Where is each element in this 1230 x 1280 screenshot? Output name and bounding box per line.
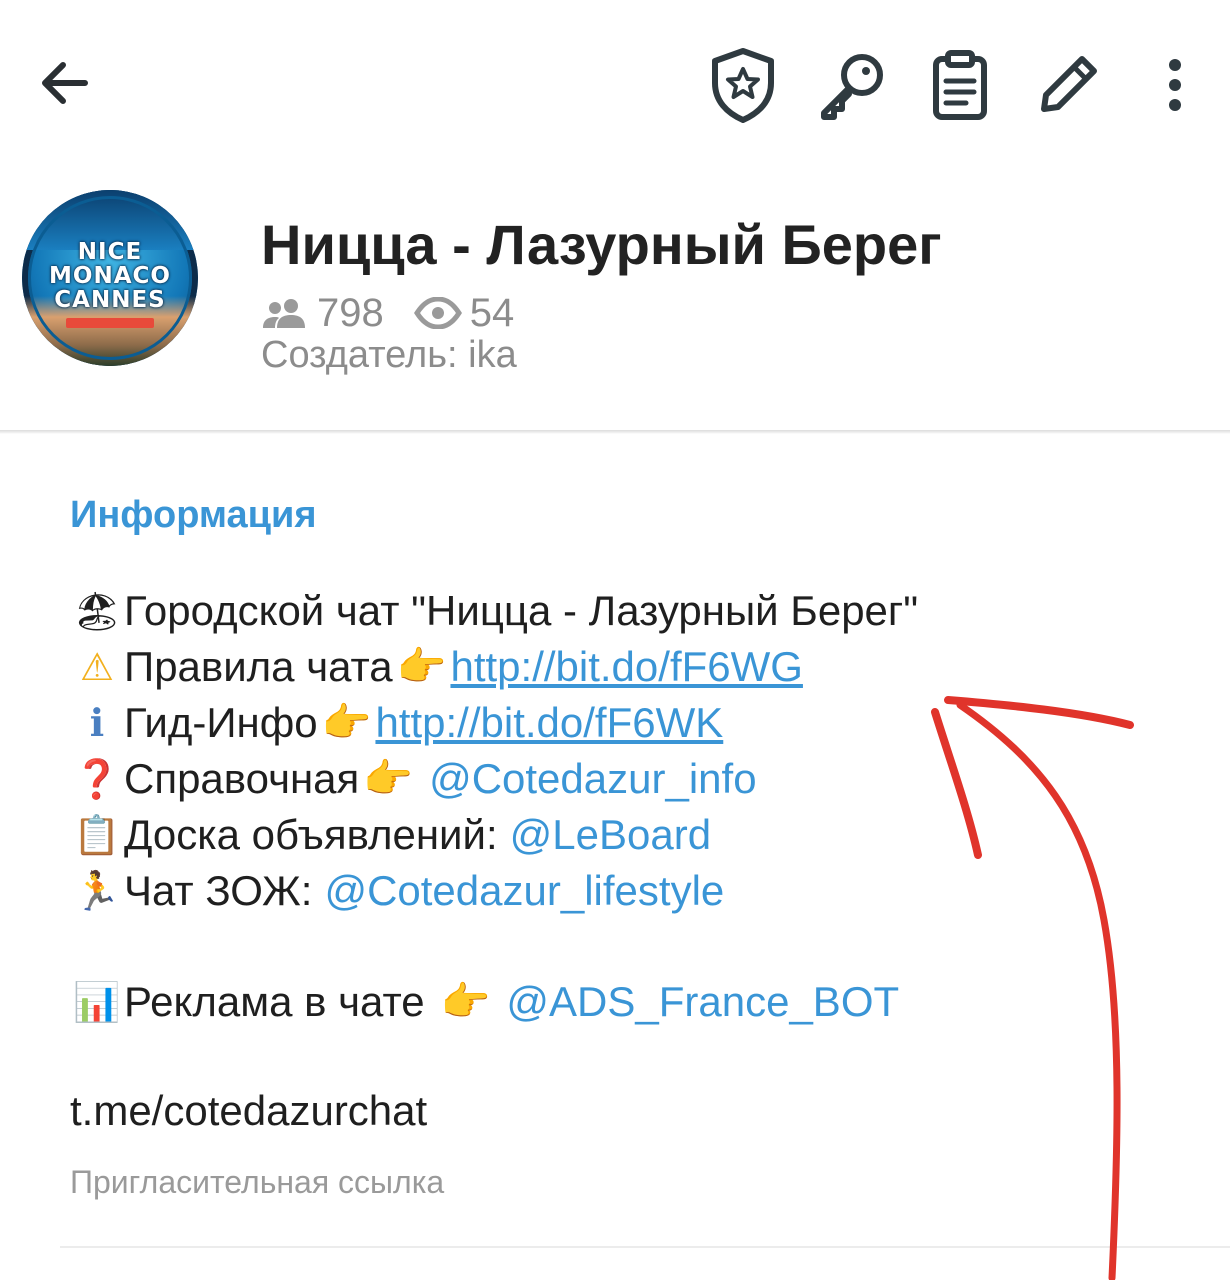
avatar-banner xyxy=(66,318,154,328)
beach-umbrella-icon: 🏖 xyxy=(72,589,122,633)
more-vertical-icon xyxy=(1169,59,1181,111)
pointing-hand-icon: 👉 xyxy=(440,979,491,1025)
members-stat: 798 xyxy=(261,291,384,336)
question-mark-icon: ❓ xyxy=(73,757,121,801)
avatar-text-line: CANNES xyxy=(54,287,166,313)
description-text: Городской чат "Ницца - Лазурный Берег" xyxy=(124,587,919,634)
invite-links-button[interactable] xyxy=(812,45,892,125)
description-line: ℹ Гид-Инфо 👉 http://bit.do/fF6WK xyxy=(70,695,1150,751)
more-options-button[interactable] xyxy=(1150,45,1200,125)
avatar-logo-text: NICE MONACO CANNES xyxy=(22,240,198,312)
description-text: Чат ЗОЖ: xyxy=(124,867,313,914)
edit-button[interactable] xyxy=(1028,45,1108,125)
pencil-icon xyxy=(1041,56,1097,112)
guide-link[interactable]: http://bit.do/fF6WK xyxy=(375,695,723,751)
admin-shield-icon xyxy=(712,48,774,123)
lifestyle-mention-link[interactable]: @Cotedazur_lifestyle xyxy=(324,863,724,919)
helpdesk-mention-link[interactable]: @Cotedazur_info xyxy=(429,751,757,807)
chat-description: 🏖 Городской чат "Ницца - Лазурный Берег" … xyxy=(70,583,1150,1030)
creator-label: Создатель: ika xyxy=(261,334,517,376)
chat-title: Ницца - Лазурный Берег xyxy=(261,213,942,276)
online-stat: 54 xyxy=(413,290,515,336)
ads-bot-mention-link[interactable]: @ADS_France_BOT xyxy=(506,974,899,1030)
avatar-text-line: MONACO xyxy=(49,263,171,289)
members-icon xyxy=(263,299,305,328)
pointing-hand-icon: 👉 xyxy=(363,756,414,802)
admins-button[interactable] xyxy=(703,45,783,125)
description-text: Гид-Инфо xyxy=(124,699,318,746)
invite-link-caption: Пригласительная ссылка xyxy=(70,1164,445,1200)
members-count: 798 xyxy=(317,290,384,335)
board-mention-link[interactable]: @LeBoard xyxy=(510,807,711,863)
pointing-hand-icon: 👉 xyxy=(396,644,447,690)
description-line: ❓ Справочная 👉 @Cotedazur_info xyxy=(70,751,1150,807)
chat-stats: 798 54 xyxy=(261,290,514,336)
bar-chart-icon: 📊 xyxy=(73,980,121,1024)
back-button[interactable] xyxy=(30,48,100,118)
description-text: Доска объявлений: xyxy=(124,811,498,858)
runner-icon: 🏃 xyxy=(73,869,121,913)
warning-icon: ⚠ xyxy=(79,645,115,689)
section-title-info: Информация xyxy=(70,494,317,536)
key-icon xyxy=(821,54,883,120)
online-count: 54 xyxy=(469,290,515,335)
description-line: 🏃 Чат ЗОЖ: @Cotedazur_lifestyle xyxy=(70,863,1150,919)
description-line: 📋 Доска объявлений: @LeBoard xyxy=(70,807,1150,863)
clipboard-icon: 📋 xyxy=(73,813,121,857)
description-line: ⚠ Правила чата 👉 http://bit.do/fF6WG xyxy=(70,639,1150,695)
recent-actions-button[interactable] xyxy=(920,45,1000,125)
bottom-divider xyxy=(60,1246,1230,1248)
toolbar xyxy=(0,0,1230,170)
back-arrow-icon xyxy=(42,62,88,104)
invite-link[interactable]: t.me/cotedazurchat xyxy=(70,1087,427,1135)
description-line: 🏖 Городской чат "Ницца - Лазурный Берег" xyxy=(70,583,1150,639)
description-text: Справочная xyxy=(124,755,360,802)
pointing-hand-icon: 👉 xyxy=(321,700,372,746)
description-text: Реклама в чате xyxy=(124,978,425,1025)
rules-link[interactable]: http://bit.do/fF6WG xyxy=(450,639,802,695)
avatar-text-line: NICE xyxy=(77,239,143,265)
clipboard-log-icon xyxy=(933,50,987,120)
chat-avatar[interactable]: NICE MONACO CANNES xyxy=(22,190,198,366)
chat-info-screen: NICE MONACO CANNES Ницца - Лазурный Бере… xyxy=(0,0,1230,1280)
information-icon: ℹ xyxy=(89,701,105,745)
header-divider xyxy=(0,430,1230,434)
description-text: Правила чата xyxy=(124,643,393,690)
eye-icon xyxy=(413,297,462,329)
description-line: 📊 Реклама в чате 👉 @ADS_France_BOT xyxy=(70,974,1150,1030)
